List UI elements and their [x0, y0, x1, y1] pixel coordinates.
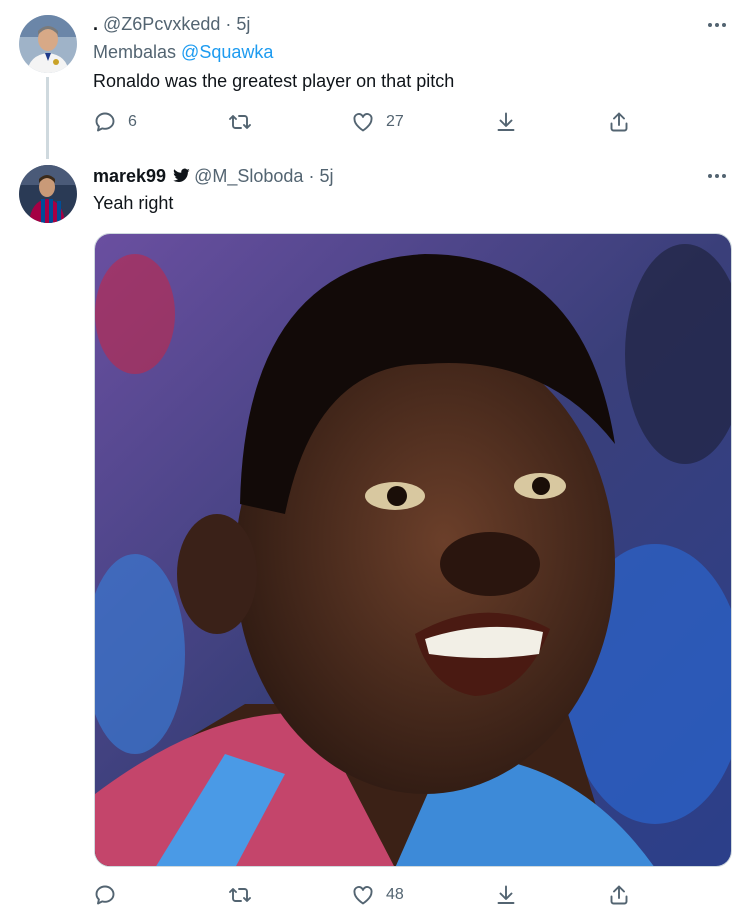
replying-prefix: Membalas — [93, 42, 177, 62]
like-icon — [353, 113, 373, 132]
avatar-marek99[interactable] — [19, 165, 77, 223]
tweet-header: marek99 @M_Sloboda · 5j — [93, 165, 333, 187]
like-icon — [353, 886, 373, 905]
share-button[interactable] — [607, 109, 631, 135]
tweet-header: . @Z6Pcvxkedd · 5j — [93, 13, 250, 35]
share-icon — [610, 112, 628, 132]
share-button[interactable] — [607, 882, 631, 908]
avatar-z6pcvxkedd[interactable] — [19, 15, 77, 73]
share-icon — [610, 885, 628, 905]
like-button[interactable]: 48 — [351, 882, 404, 908]
reply-count: 6 — [128, 113, 137, 130]
tweet-actions: 6 27 — [0, 109, 750, 135]
separator: · — [225, 14, 232, 34]
display-name[interactable]: . — [93, 14, 98, 34]
download-button[interactable] — [494, 882, 518, 908]
download-button[interactable] — [494, 109, 518, 135]
tweet-text: Yeah right — [93, 193, 174, 213]
reply-icon — [95, 885, 115, 905]
like-button[interactable]: 27 — [351, 109, 404, 135]
timestamp[interactable]: 5j — [319, 166, 333, 186]
verified-icon — [173, 168, 190, 183]
user-handle[interactable]: @Z6Pcvxkedd — [103, 14, 220, 34]
more-icon[interactable] — [706, 14, 728, 36]
tweet-actions: 48 — [0, 882, 750, 908]
smiling-player-photo — [95, 234, 731, 866]
reply-button[interactable] — [93, 882, 128, 908]
like-count: 27 — [386, 113, 404, 130]
retweet-icon — [229, 115, 251, 129]
like-count: 48 — [386, 886, 404, 903]
timestamp[interactable]: 5j — [236, 14, 250, 34]
more-icon[interactable] — [706, 165, 728, 187]
separator: · — [308, 166, 315, 186]
download-icon — [497, 885, 515, 904]
reply-button[interactable]: 6 — [93, 109, 137, 135]
tweet-z6pcvxkedd[interactable]: . @Z6Pcvxkedd · 5j Membalas @Squawka Ron… — [0, 0, 750, 159]
retweet-button[interactable] — [228, 109, 263, 135]
retweet-button[interactable] — [228, 882, 263, 908]
user-handle[interactable]: @M_Sloboda — [194, 166, 303, 186]
tweet-marek99[interactable]: marek99 @M_Sloboda · 5j Yeah right 48 — [0, 155, 750, 913]
replying-to: Membalas @Squawka — [93, 42, 273, 63]
download-icon — [497, 112, 515, 131]
tweet-photo[interactable] — [94, 233, 732, 867]
retweet-icon — [229, 888, 251, 902]
mention-link[interactable]: @Squawka — [181, 42, 273, 62]
display-name[interactable]: marek99 — [93, 166, 166, 186]
reply-icon — [95, 112, 115, 132]
tweet-text: Ronaldo was the greatest player on that … — [93, 71, 455, 91]
